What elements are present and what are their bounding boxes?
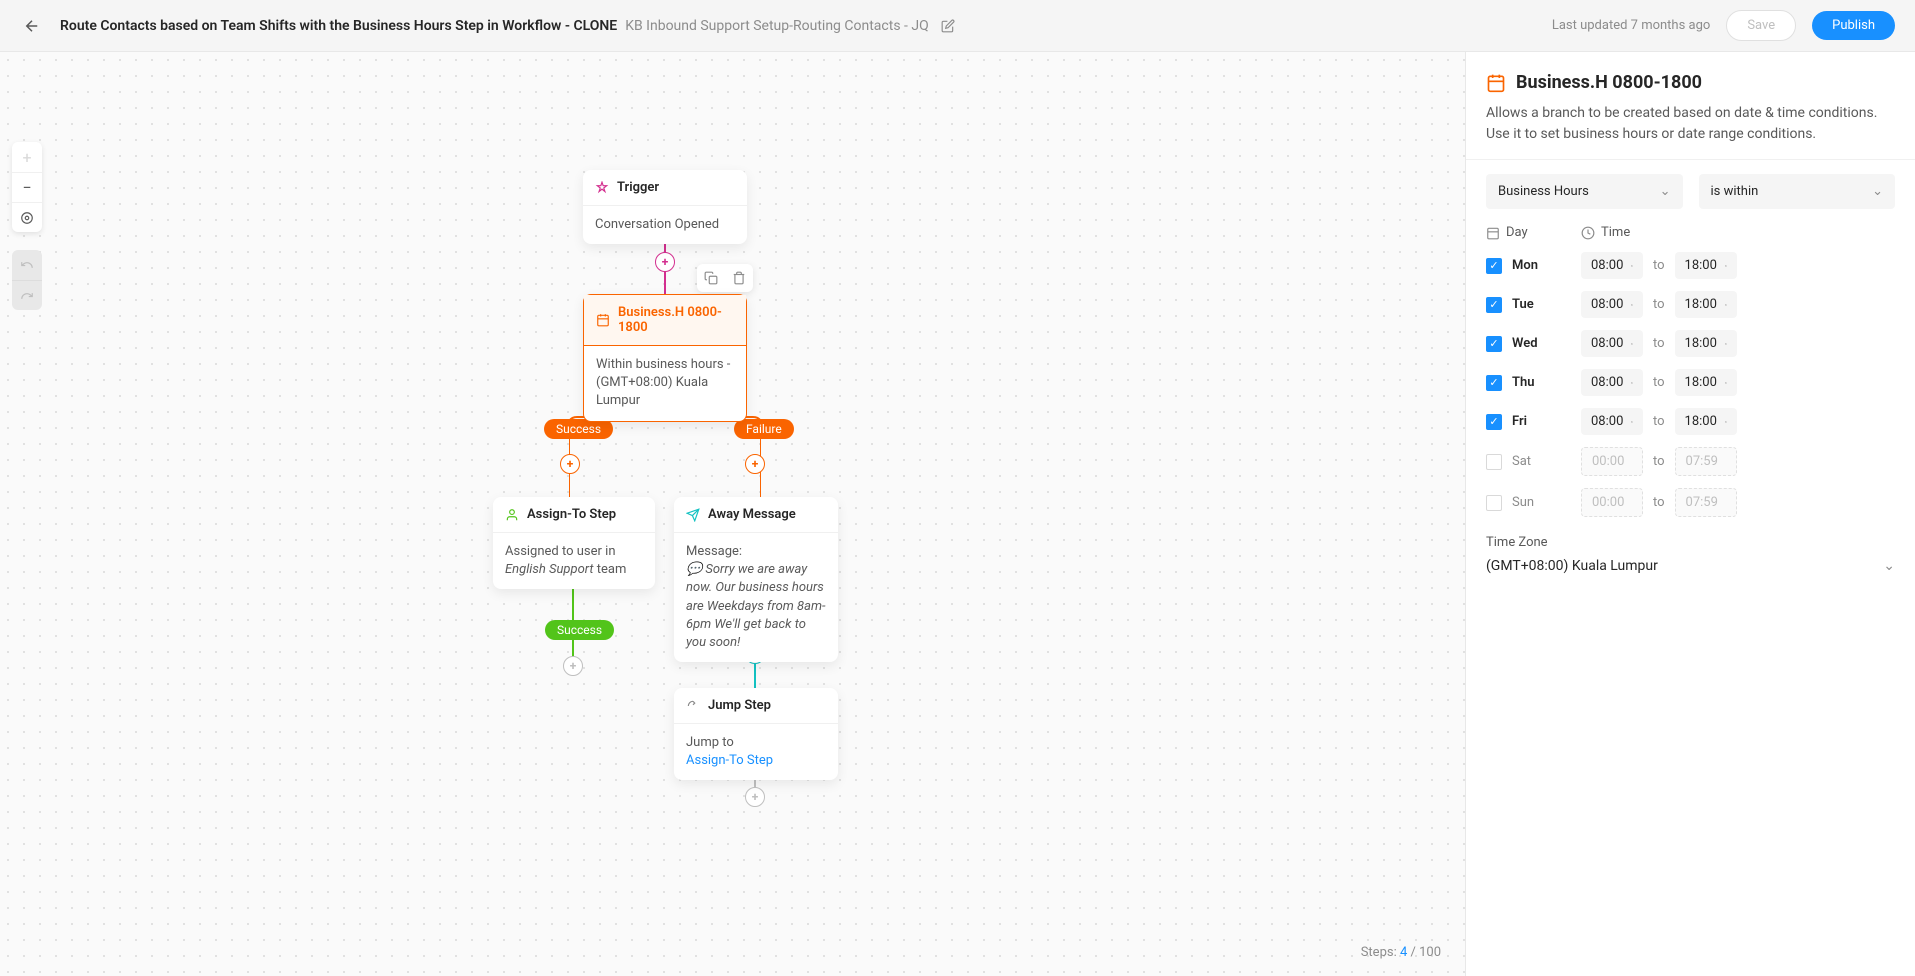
chevron-down-icon: ⌄ — [1660, 184, 1671, 199]
send-icon — [686, 508, 700, 522]
edit-title-icon[interactable] — [941, 18, 957, 34]
day-checkbox[interactable] — [1486, 414, 1502, 430]
page-subtitle: KB Inbound Support Setup-Routing Contact… — [625, 18, 929, 34]
branch-success-pill-2: Success — [545, 620, 614, 640]
user-icon — [505, 508, 519, 522]
time-separator: to — [1653, 297, 1665, 312]
start-time-input[interactable]: 08:00 — [1581, 408, 1643, 435]
day-column-header: Day — [1506, 225, 1528, 240]
day-label: Wed — [1512, 336, 1538, 351]
steps-counter: Steps: 4 / 100 — [1361, 945, 1441, 960]
sidebar-title: Business.H 0800-1800 — [1516, 72, 1702, 93]
condition-type-select[interactable]: Business Hours ⌄ — [1486, 174, 1683, 209]
time-separator: to — [1653, 336, 1665, 351]
end-time-input[interactable]: 18:00 — [1675, 408, 1737, 435]
chevron-down-icon: ⌄ — [1872, 184, 1883, 199]
day-checkbox[interactable] — [1486, 297, 1502, 313]
day-row: Tue 08:00 to 18:00 — [1486, 291, 1895, 318]
away-node-body: Message: 💬 Sorry we are away now. Our bu… — [674, 533, 838, 662]
end-time-input[interactable]: 18:00 — [1675, 252, 1737, 279]
day-checkbox[interactable] — [1486, 495, 1502, 511]
add-step-after-jump[interactable]: + — [745, 787, 765, 807]
back-button[interactable] — [20, 14, 44, 38]
day-checkbox[interactable] — [1486, 375, 1502, 391]
day-row: Mon 08:00 to 18:00 — [1486, 252, 1895, 279]
jump-node-body: Jump to Assign-To Step — [674, 724, 838, 780]
day-label: Thu — [1512, 375, 1535, 390]
jump-node-title: Jump Step — [708, 698, 771, 713]
day-label: Sat — [1512, 454, 1531, 469]
day-row: Fri 08:00 to 18:00 — [1486, 408, 1895, 435]
end-time-input[interactable]: 07:59 — [1675, 488, 1737, 517]
day-label: Sun — [1512, 495, 1534, 510]
add-step-after-trigger[interactable]: + — [655, 252, 675, 272]
businesshours-node-title: Business.H 0800-1800 — [618, 305, 734, 335]
end-time-input[interactable]: 18:00 — [1675, 369, 1737, 396]
add-step-success-branch[interactable]: + — [560, 454, 580, 474]
away-node-title: Away Message — [708, 507, 796, 522]
timezone-select[interactable]: (GMT+08:00) Kuala Lumpur ⌄ — [1486, 558, 1895, 574]
trigger-icon — [595, 181, 609, 195]
businesshours-node[interactable]: Business.H 0800-1800 Within business hou… — [583, 294, 747, 422]
sidebar-panel: Business.H 0800-1800 Allows a branch to … — [1465, 52, 1915, 976]
day-row: Thu 08:00 to 18:00 — [1486, 369, 1895, 396]
jump-target-link[interactable]: Assign-To Step — [686, 753, 773, 768]
add-step-end-success[interactable]: + — [563, 656, 583, 676]
day-row: Sun 00:00 to 07:59 — [1486, 488, 1895, 517]
day-checkbox[interactable] — [1486, 258, 1502, 274]
duplicate-node-button[interactable] — [697, 264, 725, 292]
condition-operator-select[interactable]: is within ⌄ — [1699, 174, 1896, 209]
delete-node-button[interactable] — [725, 264, 753, 292]
time-separator: to — [1653, 454, 1665, 469]
day-row: Sat 00:00 to 07:59 — [1486, 447, 1895, 476]
assign-node-body: Assigned to user in English Support team — [493, 533, 655, 589]
start-time-input[interactable]: 00:00 — [1581, 447, 1643, 476]
end-time-input[interactable]: 18:00 — [1675, 291, 1737, 318]
add-step-failure-branch[interactable]: + — [745, 454, 765, 474]
sidebar-description: Allows a branch to be created based on d… — [1486, 103, 1895, 145]
end-time-input[interactable]: 07:59 — [1675, 447, 1737, 476]
save-button[interactable]: Save — [1726, 10, 1796, 41]
day-label: Tue — [1512, 297, 1534, 312]
calendar-icon — [1486, 226, 1500, 240]
last-updated: Last updated 7 months ago — [1552, 18, 1711, 33]
trigger-node-title: Trigger — [617, 180, 659, 195]
time-separator: to — [1653, 414, 1665, 429]
publish-button[interactable]: Publish — [1812, 11, 1895, 40]
end-time-input[interactable]: 18:00 — [1675, 330, 1737, 357]
divider — [1466, 159, 1915, 160]
day-checkbox[interactable] — [1486, 454, 1502, 470]
day-label: Fri — [1512, 414, 1527, 429]
clock-icon — [1581, 226, 1595, 240]
away-node[interactable]: Away Message Message: 💬 Sorry we are awa… — [674, 497, 838, 662]
assign-node[interactable]: Assign-To Step Assigned to user in Engli… — [493, 497, 655, 589]
assign-node-title: Assign-To Step — [527, 507, 616, 522]
start-time-input[interactable]: 00:00 — [1581, 488, 1643, 517]
node-action-toolbar — [697, 264, 753, 292]
time-separator: to — [1653, 258, 1665, 273]
start-time-input[interactable]: 08:00 — [1581, 369, 1643, 396]
start-time-input[interactable]: 08:00 — [1581, 330, 1643, 357]
chevron-down-icon: ⌄ — [1883, 558, 1895, 574]
time-separator: to — [1653, 495, 1665, 510]
calendar-icon — [1486, 73, 1506, 93]
workflow-canvas[interactable]: + − + + + — [0, 52, 1465, 976]
jump-node[interactable]: Jump Step Jump to Assign-To Step — [674, 688, 838, 780]
day-checkbox[interactable] — [1486, 336, 1502, 352]
timezone-label: Time Zone — [1486, 535, 1895, 550]
start-time-input[interactable]: 08:00 — [1581, 252, 1643, 279]
time-separator: to — [1653, 375, 1665, 390]
page-title: Route Contacts based on Team Shifts with… — [60, 18, 617, 34]
businesshours-node-body: Within business hours - (GMT+08:00) Kual… — [584, 346, 746, 421]
day-row: Wed 08:00 to 18:00 — [1486, 330, 1895, 357]
branch-failure-pill: Failure — [734, 419, 794, 439]
branch-success-pill: Success — [544, 419, 613, 439]
start-time-input[interactable]: 08:00 — [1581, 291, 1643, 318]
trigger-node-body: Conversation Opened — [583, 206, 747, 244]
day-label: Mon — [1512, 258, 1538, 273]
jump-icon — [686, 699, 700, 713]
calendar-icon — [596, 313, 610, 327]
time-column-header: Time — [1601, 225, 1630, 240]
trigger-node[interactable]: Trigger Conversation Opened — [583, 170, 747, 244]
